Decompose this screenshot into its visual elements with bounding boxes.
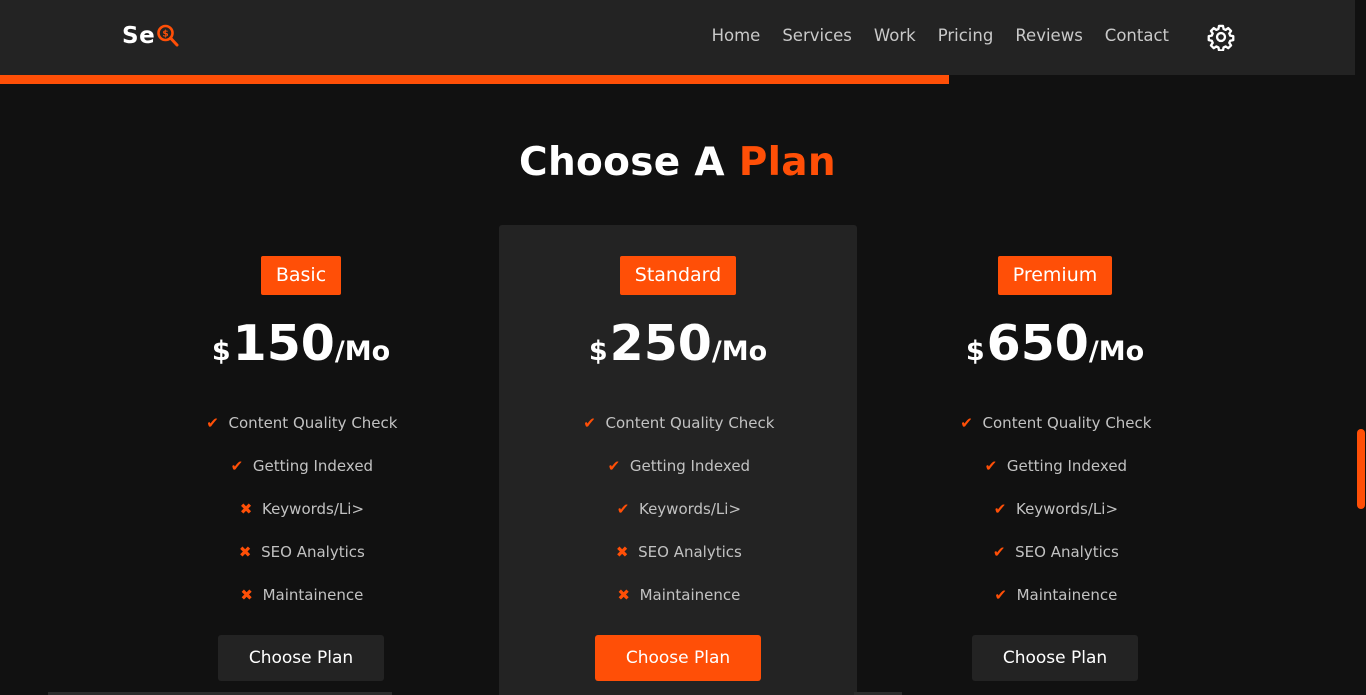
feature-item: ✔ Getting Indexed [876, 444, 1234, 487]
check-icon: ✔ [960, 413, 973, 432]
feature-label: Content Quality Check [228, 413, 398, 432]
check-icon: ✔ [616, 499, 630, 518]
feature-item: ✖ Keywords/Li> [122, 487, 480, 530]
choose-plan-button[interactable]: Choose Plan [218, 635, 384, 681]
check-icon: ✔ [206, 413, 219, 432]
price-amount: 150 [232, 315, 335, 372]
cross-icon: ✖ [240, 585, 253, 604]
price-currency: $ [965, 336, 985, 367]
feature-label: Keywords/Li> [638, 499, 742, 518]
check-icon: ✔ [230, 456, 244, 475]
feature-label: Keywords/Li> [1015, 499, 1119, 518]
scroll-progress-fill [0, 75, 949, 84]
cross-icon: ✖ [617, 585, 630, 604]
feature-label: Getting Indexed [629, 456, 751, 475]
feature-item: ✔ Content Quality Check [122, 401, 480, 444]
feature-label: SEO Analytics [261, 542, 365, 561]
magnifier-dollar-icon: $ [157, 24, 179, 47]
price-period: /Mo [1088, 336, 1145, 367]
nav-work[interactable]: Work [874, 26, 916, 45]
plan-badge: Premium [997, 256, 1113, 295]
feature-label: SEO Analytics [638, 542, 742, 561]
feature-list: ✔ Content Quality Check ✔ Getting Indexed ✔ K… [876, 401, 1234, 616]
feature-item: ✔ Getting Indexed [499, 444, 857, 487]
nav-pricing[interactable]: Pricing [938, 26, 994, 45]
feature-item: ✔ Getting Indexed [122, 444, 480, 487]
plan-card-basic: Basic $150/Mo ✔ Content Quality Check ✔ Getti… [122, 225, 480, 695]
section-title-main: Choose A [519, 140, 725, 185]
feature-label: Maintainence [262, 585, 364, 604]
feature-item: ✔ Content Quality Check [499, 401, 857, 444]
svg-text:$: $ [163, 30, 169, 40]
logo[interactable]: Se $ [122, 22, 180, 49]
section-title: Choose A Plan [0, 140, 1355, 185]
check-icon: ✔ [994, 585, 1007, 604]
nav-home[interactable]: Home [712, 26, 761, 45]
check-icon: ✔ [992, 542, 1006, 561]
main-nav: Home Services Work Pricing Reviews Conta… [690, 26, 1169, 45]
plan-card-standard: Standard $250/Mo ✔ Content Quality Check ✔ Ge… [499, 225, 857, 695]
plan-badge: Basic [260, 256, 342, 295]
feature-label: Maintainence [1016, 585, 1118, 604]
feature-item: ✔ Content Quality Check [876, 401, 1234, 444]
cross-icon: ✖ [615, 542, 629, 561]
nav-contact[interactable]: Contact [1105, 26, 1169, 45]
feature-item: ✖ Maintainence [499, 573, 857, 616]
price-amount: 650 [986, 315, 1089, 372]
price-currency: $ [211, 336, 231, 367]
check-icon: ✔ [607, 456, 621, 475]
gear-icon[interactable] [1207, 23, 1235, 51]
section-title-accent: Plan [738, 140, 836, 185]
cross-icon: ✖ [238, 542, 252, 561]
price-period: /Mo [711, 336, 768, 367]
feature-label: Content Quality Check [982, 413, 1152, 432]
feature-item: ✔ Maintainence [876, 573, 1234, 616]
feature-label: Keywords/Li> [261, 499, 365, 518]
nav-reviews[interactable]: Reviews [1015, 26, 1082, 45]
feature-label: Getting Indexed [252, 456, 374, 475]
cross-icon: ✖ [239, 499, 253, 518]
feature-item: ✔ Keywords/Li> [499, 487, 857, 530]
feature-list: ✔ Content Quality Check ✔ Getting Indexed ✖ K… [122, 401, 480, 616]
price-period: /Mo [334, 336, 391, 367]
plan-badge: Standard [619, 256, 737, 295]
feature-item: ✖ Maintainence [122, 573, 480, 616]
choose-plan-button[interactable]: Choose Plan [595, 635, 761, 681]
feature-label: Content Quality Check [605, 413, 775, 432]
plan-card-premium: Premium $650/Mo ✔ Content Quality Check ✔ Get… [876, 225, 1234, 695]
site-header: Se $ Home Services Work Pricing Reviews … [0, 0, 1355, 75]
feature-label: SEO Analytics [1015, 542, 1119, 561]
feature-item: ✔ Keywords/Li> [876, 487, 1234, 530]
price-amount: 250 [609, 315, 712, 372]
feature-label: Getting Indexed [1006, 456, 1128, 475]
logo-text: Se [122, 22, 156, 49]
scrollbar[interactable] [1355, 0, 1366, 695]
choose-plan-button[interactable]: Choose Plan [972, 635, 1138, 681]
plan-price: $650/Mo [876, 315, 1234, 371]
nav-services[interactable]: Services [782, 26, 852, 45]
plan-price: $250/Mo [499, 315, 857, 371]
check-icon: ✔ [583, 413, 596, 432]
plan-price: $150/Mo [122, 315, 480, 371]
feature-item: ✔ SEO Analytics [876, 530, 1234, 573]
scrollbar-thumb[interactable] [1357, 429, 1365, 509]
feature-item: ✖ SEO Analytics [499, 530, 857, 573]
price-currency: $ [588, 336, 608, 367]
feature-label: Maintainence [639, 585, 741, 604]
feature-list: ✔ Content Quality Check ✔ Getting Indexed ✔ K… [499, 401, 857, 616]
check-icon: ✔ [993, 499, 1007, 518]
check-icon: ✔ [984, 456, 998, 475]
scroll-progress-bar [0, 75, 1355, 84]
feature-item: ✖ SEO Analytics [122, 530, 480, 573]
